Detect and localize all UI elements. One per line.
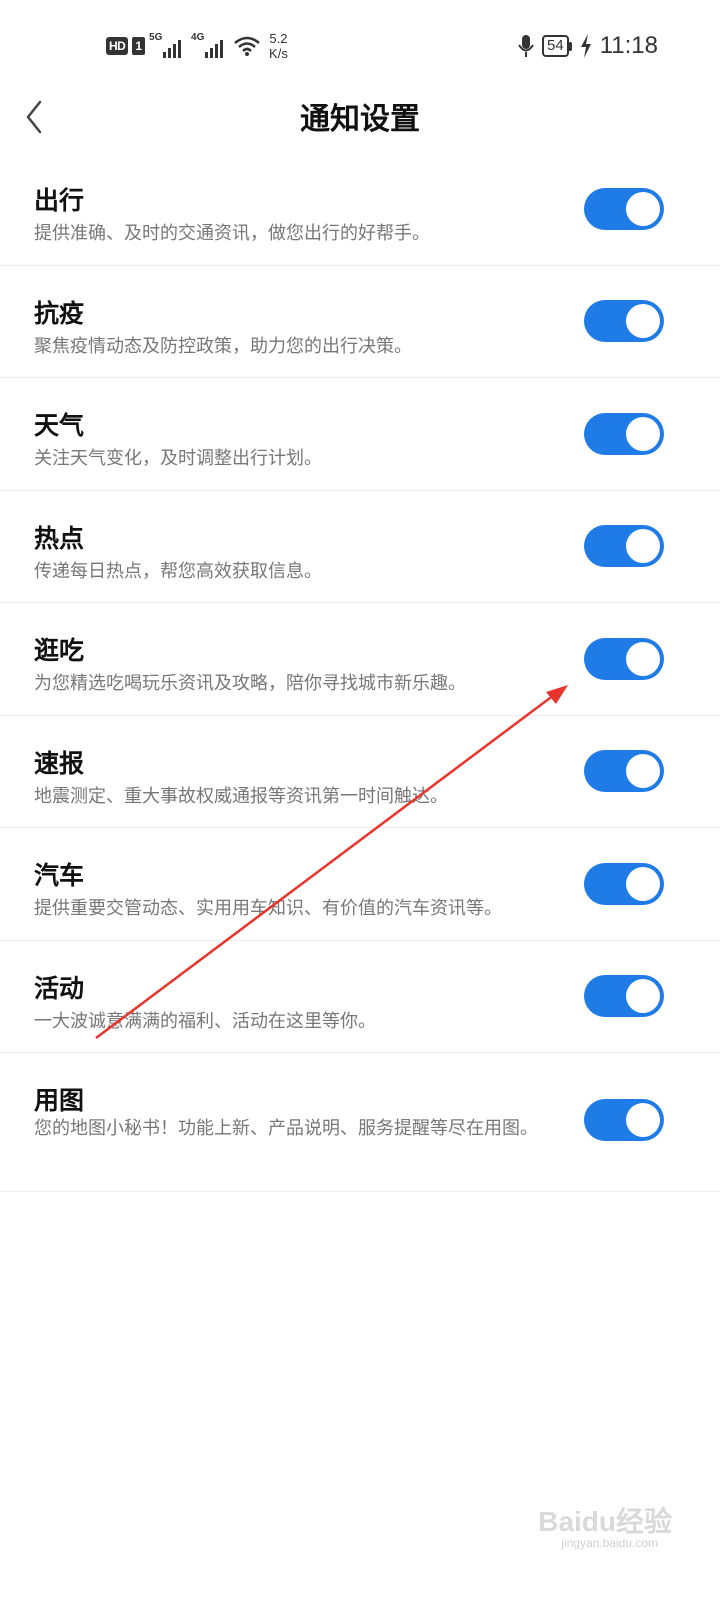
signal-4g-label: 4G [191, 32, 205, 43]
setting-title: 逛吃 [34, 636, 85, 665]
setting-description: 提供准确、及时的交通资讯，做您出行的好帮手。 [34, 223, 430, 244]
setting-description: 一大波诚意满满的福利、活动在这里等你。 [34, 1011, 376, 1032]
setting-row-travel: 出行 提供准确、及时的交通资讯，做您出行的好帮手。 [0, 153, 720, 266]
sim-icon: 1 [132, 37, 146, 55]
toggle-switch-weather[interactable] [584, 413, 664, 455]
setting-row-map-news: 用图 您的地图小秘书！功能上新、产品说明、服务提醒等尽在用图。 [0, 1053, 720, 1192]
charging-icon [580, 34, 591, 58]
setting-row-car: 汽车 提供重要交管动态、实用用车知识、有价值的汽车资讯等。 [0, 828, 720, 941]
setting-description: 关注天气变化，及时调整出行计划。 [34, 448, 322, 469]
setting-row-food: 逛吃 为您精选吃喝玩乐资讯及攻略，陪你寻找城市新乐趣。 [0, 603, 720, 716]
wifi-icon [234, 36, 260, 56]
setting-description: 为您精选吃喝玩乐资讯及攻略，陪你寻找城市新乐趣。 [34, 673, 466, 694]
status-bar: HD 1 5G 4G 5.2 K/s 54 11:18 [0, 0, 720, 90]
page-title: 通知设置 [300, 102, 420, 137]
microphone-icon [518, 35, 534, 57]
speed-value: 5.2 [269, 31, 288, 46]
setting-title: 抗疫 [34, 299, 85, 328]
signal-5g-label: 5G [149, 32, 163, 43]
battery-icon: 54 [542, 35, 572, 57]
setting-description: 提供重要交管动态、实用用车知识、有价值的汽车资讯等。 [34, 898, 502, 919]
clock: 11:18 [599, 32, 658, 59]
network-speed: 5.2 K/s [269, 31, 288, 61]
hd-voice-icon: HD [106, 37, 129, 55]
toggle-switch-activity[interactable] [584, 975, 664, 1017]
setting-row-weather: 天气 关注天气变化，及时调整出行计划。 [0, 378, 720, 491]
toggle-switch-car[interactable] [584, 863, 664, 905]
notification-settings-list: 出行 提供准确、及时的交通资讯，做您出行的好帮手。 抗疫 聚焦疫情动态及防控政策… [0, 153, 720, 1192]
watermark-url: jingyan.baidu.com [561, 1536, 658, 1550]
setting-title: 活动 [34, 974, 85, 1003]
setting-description: 聚焦疫情动态及防控政策，助力您的出行决策。 [34, 336, 412, 357]
setting-row-flash-report: 速报 地震测定、重大事故权威通报等资讯第一时间触达。 [0, 716, 720, 828]
setting-row-hotspot: 热点 传递每日热点，帮您高效获取信息。 [0, 491, 720, 603]
speed-unit: K/s [269, 46, 288, 61]
signal-4g-icon: 4G [191, 32, 229, 58]
toggle-switch-hotspot[interactable] [584, 525, 664, 567]
toggle-switch-food[interactable] [584, 638, 664, 680]
toggle-switch-travel[interactable] [584, 188, 664, 230]
setting-row-activity: 活动 一大波诚意满满的福利、活动在这里等你。 [0, 941, 720, 1053]
header-bar: 通知设置 [0, 92, 720, 142]
setting-description: 传递每日热点，帮您高效获取信息。 [34, 561, 322, 582]
setting-row-epidemic: 抗疫 聚焦疫情动态及防控政策，助力您的出行决策。 [0, 266, 720, 378]
setting-description: 地震测定、重大事故权威通报等资讯第一时间触达。 [34, 786, 448, 807]
toggle-switch-flash-report[interactable] [584, 750, 664, 792]
setting-title: 用图 [34, 1086, 85, 1115]
battery-level: 54 [542, 35, 569, 57]
setting-title: 速报 [34, 749, 85, 778]
signal-5g-icon: 5G [149, 32, 187, 58]
setting-title: 汽车 [34, 861, 85, 890]
setting-title: 出行 [34, 186, 85, 215]
watermark-logo: Baidu经验 [538, 1506, 672, 1537]
status-left: HD 1 5G 4G 5.2 K/s [106, 30, 288, 62]
setting-title: 热点 [34, 524, 85, 553]
setting-description: 您的地图小秘书！功能上新、产品说明、服务提醒等尽在用图。 [34, 1118, 538, 1139]
setting-title: 天气 [34, 411, 85, 440]
status-right: 54 11:18 [518, 30, 658, 62]
toggle-switch-map-news[interactable] [584, 1099, 664, 1141]
toggle-switch-epidemic[interactable] [584, 300, 664, 342]
